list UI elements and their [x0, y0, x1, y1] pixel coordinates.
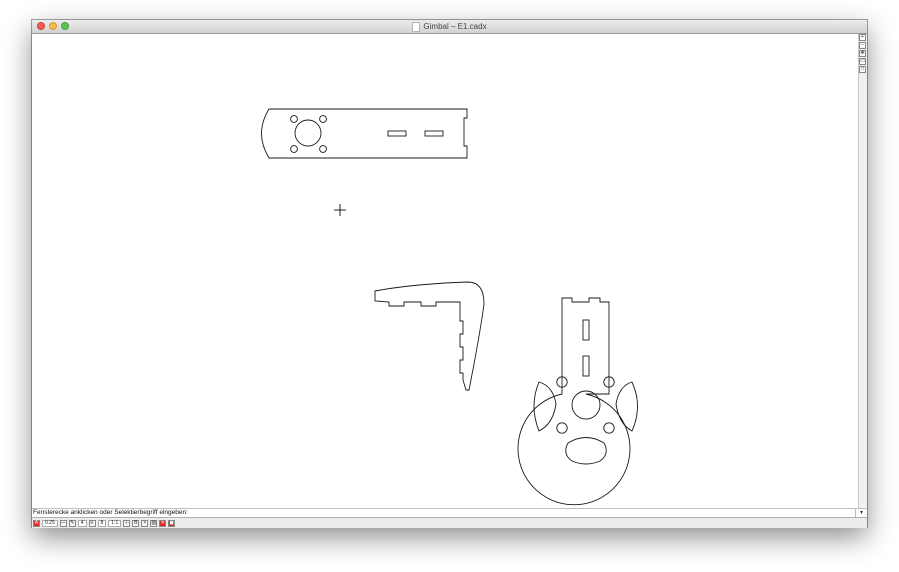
pan-icon[interactable]: ✥ — [859, 50, 866, 57]
mount-screw-hole — [556, 422, 568, 434]
mount-center-hole — [571, 390, 601, 420]
drawing-canvas[interactable] — [32, 34, 858, 508]
view-toolbar: + − ✥ ▭ □ — [858, 34, 867, 508]
scale-field[interactable]: 1:1 — [108, 519, 122, 527]
arm-screw-hole — [290, 145, 298, 153]
line-style-icon[interactable]: — — [59, 519, 67, 527]
drawing-svg — [261, 108, 638, 506]
arm-slot — [424, 130, 444, 137]
arm-motor-hole — [294, 119, 322, 147]
snap-icon[interactable]: ⊹ — [123, 519, 131, 527]
layer-field[interactable]: 4 — [77, 519, 87, 527]
window-title: Gimbal – E1.cadx — [423, 22, 487, 31]
command-line[interactable]: Fensterecke anklicken oder Selektierbegr… — [32, 508, 867, 517]
delete-icon[interactable]: ✕ — [159, 519, 167, 527]
mount-plate-outline — [517, 297, 631, 506]
command-prompt: Fensterecke anklicken oder Selektierbegr… — [33, 509, 188, 516]
secondary-field[interactable]: 8 — [97, 519, 107, 527]
line-width-field[interactable]: 0.25 — [42, 519, 58, 527]
cad-window: Gimbal – E1.cadx + − ✥ ▭ □ Fensterecke a… — [32, 20, 867, 528]
angle-bracket-outline — [374, 281, 485, 391]
arm-slot — [387, 130, 407, 137]
layer-icon[interactable]: ≡ — [88, 519, 96, 527]
arm-screw-hole — [319, 115, 327, 123]
stop-icon[interactable]: ◼ — [168, 519, 176, 527]
mount-slot — [582, 319, 590, 341]
mount-screw-hole — [603, 422, 615, 434]
status-bar: A 0.25 — ✎ 4 ≡ 8 1:1 ⊹ B × ▨ ✕ ◼ — [32, 517, 867, 528]
mount-cutout-bottom — [565, 437, 607, 465]
arm-screw-hole — [319, 145, 327, 153]
chevron-down-icon[interactable]: ▾ — [855, 509, 867, 517]
mount-slot — [582, 355, 590, 377]
mount-cutout-right — [615, 381, 638, 432]
pen-icon[interactable]: ✎ — [68, 519, 76, 527]
layer-color-icon[interactable]: A — [33, 519, 40, 527]
cross-icon[interactable]: × — [141, 519, 149, 527]
zoom-in-icon[interactable]: + — [859, 34, 866, 41]
hatch-icon[interactable]: ▨ — [150, 519, 158, 527]
document-icon — [412, 21, 421, 32]
bold-icon[interactable]: B — [132, 519, 140, 527]
zoom-out-icon[interactable]: − — [859, 42, 866, 49]
zoom-window-icon[interactable]: ▭ — [859, 58, 866, 65]
title-bar[interactable]: Gimbal – E1.cadx — [32, 20, 867, 34]
crosshair-cursor — [334, 204, 346, 216]
zoom-all-icon[interactable]: □ — [859, 66, 866, 73]
arm-screw-hole — [290, 115, 298, 123]
